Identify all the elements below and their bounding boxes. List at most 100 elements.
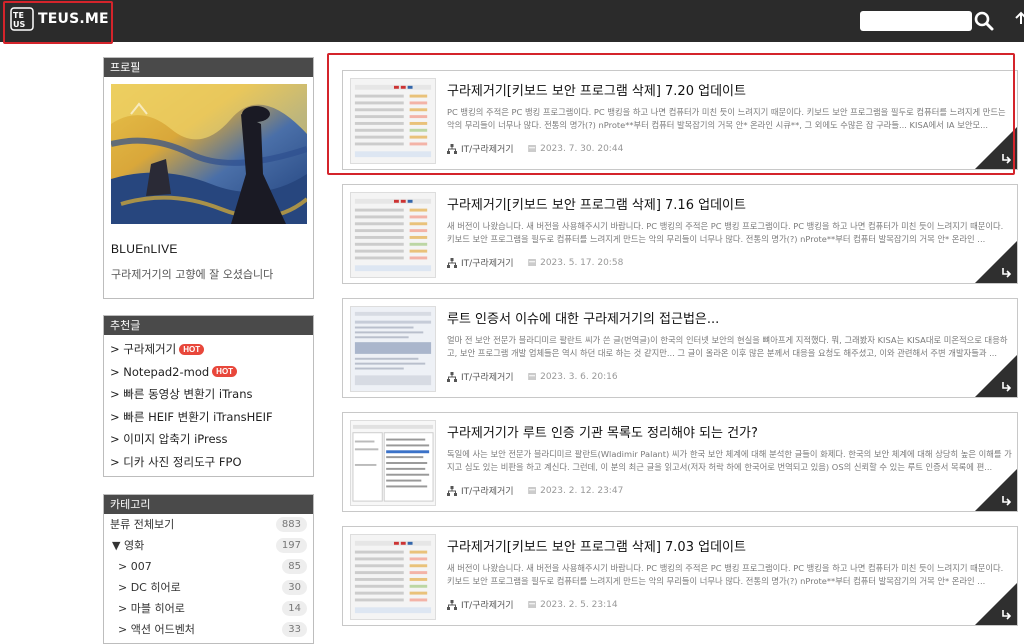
menu-edge-icon[interactable] <box>1012 10 1024 32</box>
category-count: 30 <box>282 580 307 595</box>
recommended-item-label: > Notepad2-mod <box>110 364 210 379</box>
category-tree-icon <box>447 371 457 382</box>
recommended-item[interactable]: > 빠른 동영상 변환기 iTrans <box>104 383 313 406</box>
post-excerpt: 새 버전이 나왔습니다. 새 버전을 사용해주시기 바랍니다. PC 뱅킹의 주… <box>447 563 1004 586</box>
calendar-icon: ▤ <box>527 143 537 154</box>
recommended-item[interactable]: > 구라제거기 HOT <box>104 338 313 361</box>
post-meta: IT/구라제거기 ▤ 2023. 5. 17. 20:58 <box>447 256 623 269</box>
category-tree-icon <box>447 143 457 154</box>
post-thumbnail[interactable] <box>350 534 436 620</box>
recommended-item[interactable]: > 빠른 HEIF 변환기 iTransHEIF <box>104 406 313 429</box>
recommended-item-label: > 빠른 HEIF 변환기 iTransHEIF <box>110 409 273 424</box>
category-count: 197 <box>275 538 307 553</box>
post-thumbnail[interactable] <box>350 78 436 164</box>
reply-arrow-icon[interactable] <box>1000 608 1012 620</box>
post-category[interactable]: IT/구라제거기 <box>461 370 514 383</box>
post-thumbnail[interactable] <box>350 420 436 506</box>
post-meta: IT/구라제거기 ▤ 2023. 2. 12. 23:47 <box>447 484 623 497</box>
post-excerpt: 새 버전이 나왔습니다. 새 버전을 사용해주시기 바랍니다. PC 뱅킹의 주… <box>447 221 1004 244</box>
profile-title: 프로필 <box>104 58 313 77</box>
site-logo[interactable]: TE US TEUS.ME <box>10 7 109 31</box>
svg-text:US: US <box>13 20 25 29</box>
recommended-item[interactable]: > 디카 사진 정리도구 FPO <box>104 451 313 474</box>
post-title[interactable]: 구라제거기[키보드 보안 프로그램 삭제] 7.16 업데이트 <box>447 194 746 213</box>
category-item[interactable]: > DC 히어로 30 <box>104 577 313 598</box>
category-tree-icon <box>447 485 457 496</box>
category-item[interactable]: > 액션 어드벤처 33 <box>104 619 313 640</box>
post-card[interactable]: 구라제거기가 루트 인증 기관 목록도 정리해야 되는 건가? 독일에 사는 보… <box>342 412 1018 512</box>
svg-text:TE: TE <box>13 11 24 20</box>
category-item[interactable]: > 007 85 <box>104 556 313 577</box>
post-card[interactable]: 루트 인증서 이슈에 대한 구라제거기의 접근법은... 얼마 전 보안 전문가… <box>342 298 1018 398</box>
calendar-icon: ▤ <box>527 599 537 610</box>
post-excerpt: 얼마 전 보안 전문가 블라디미르 팔란트 씨가 쓴 글(번역글)이 한국의 인… <box>447 335 1008 358</box>
post-excerpt: PC 뱅킹의 주적은 PC 뱅킹 프로그램이다. PC 뱅킹을 하고 나면 컴퓨… <box>447 107 1006 130</box>
post-title[interactable]: 구라제거기[키보드 보안 프로그램 삭제] 7.03 업데이트 <box>447 536 746 555</box>
profile-name[interactable]: BLUEnLIVE <box>111 242 313 256</box>
category-widget: 카테고리 분류 전체보기 883 ▼ 영화 197 > 007 85 > DC … <box>103 494 314 644</box>
category-label: > 007 <box>118 560 152 573</box>
post-meta: IT/구라제거기 ▤ 2023. 3. 6. 20:16 <box>447 370 618 383</box>
category-item[interactable]: ▼ 영화 197 <box>104 535 313 556</box>
category-label: ▼ 영화 <box>112 539 145 552</box>
logo-mark-icon: TE US <box>10 7 34 31</box>
post-category[interactable]: IT/구라제거기 <box>461 598 514 611</box>
post-category[interactable]: IT/구라제거기 <box>461 256 514 269</box>
post-date: 2023. 7. 30. 20:44 <box>540 143 624 154</box>
reply-arrow-icon[interactable] <box>1000 152 1012 164</box>
post-thumbnail[interactable] <box>350 306 436 392</box>
reply-arrow-icon[interactable] <box>1000 266 1012 278</box>
post-card[interactable]: 구라제거기[키보드 보안 프로그램 삭제] 7.20 업데이트 PC 뱅킹의 주… <box>342 70 1018 170</box>
profile-widget: 프로필 BLUEnLIVE 구라제거기의 고향에 잘 오셨습니다 <box>103 57 314 299</box>
category-count: 85 <box>282 559 307 574</box>
category-item[interactable]: 분류 전체보기 883 <box>104 514 313 535</box>
category-count: 33 <box>282 622 307 637</box>
post-title[interactable]: 구라제거기[키보드 보안 프로그램 삭제] 7.20 업데이트 <box>447 80 746 99</box>
post-category[interactable]: IT/구라제거기 <box>461 142 514 155</box>
category-label: 분류 전체보기 <box>110 518 175 531</box>
calendar-icon: ▤ <box>527 485 537 496</box>
logo-text: TEUS.ME <box>38 11 109 27</box>
recommended-item[interactable]: > 이미지 압축기 iPress <box>104 428 313 451</box>
recommended-item-label: > 빠른 동영상 변환기 iTrans <box>110 387 253 401</box>
hot-badge: HOT <box>212 366 238 378</box>
post-excerpt: 독일에 사는 보안 전문가 블라디미르 팔란트(Wladimir Palant)… <box>447 449 1012 472</box>
category-label: > DC 히어로 <box>118 581 181 594</box>
category-count: 883 <box>275 517 307 532</box>
recommended-item-label: > 이미지 압축기 iPress <box>110 432 228 446</box>
post-date: 2023. 3. 6. 20:16 <box>540 371 618 382</box>
category-item[interactable]: > 마블 히어로 14 <box>104 598 313 619</box>
category-tree-icon <box>447 257 457 268</box>
search-input[interactable] <box>860 11 972 31</box>
top-bar: TE US TEUS.ME <box>0 0 1024 42</box>
post-meta: IT/구라제거기 ▤ 2023. 2. 5. 23:14 <box>447 598 618 611</box>
post-title[interactable]: 루트 인증서 이슈에 대한 구라제거기의 접근법은... <box>447 308 719 327</box>
category-label: > 마블 히어로 <box>118 602 185 615</box>
recommended-widget: 추천글 > 구라제거기 HOT > Notepad2-mod HOT > 빠른 … <box>103 315 314 477</box>
category-tree-icon <box>447 599 457 610</box>
search-icon[interactable] <box>973 10 995 32</box>
recommended-title: 추천글 <box>104 316 313 335</box>
recommended-item[interactable]: > Notepad2-mod HOT <box>104 361 313 384</box>
post-card[interactable]: 구라제거기[키보드 보안 프로그램 삭제] 7.16 업데이트 새 버전이 나왔… <box>342 184 1018 284</box>
post-date: 2023. 2. 5. 23:14 <box>540 599 618 610</box>
post-date: 2023. 2. 12. 23:47 <box>540 485 624 496</box>
category-label: > 액션 어드벤처 <box>118 623 195 636</box>
post-thumbnail[interactable] <box>350 192 436 278</box>
post-meta: IT/구라제거기 ▤ 2023. 7. 30. 20:44 <box>447 142 623 155</box>
category-count: 14 <box>282 601 307 616</box>
post-date: 2023. 5. 17. 20:58 <box>540 257 624 268</box>
post-title[interactable]: 구라제거기가 루트 인증 기관 목록도 정리해야 되는 건가? <box>447 422 758 441</box>
profile-description: 구라제거기의 고향에 잘 오셨습니다 <box>111 268 274 281</box>
post-category[interactable]: IT/구라제거기 <box>461 484 514 497</box>
profile-image[interactable] <box>111 84 307 224</box>
category-title: 카테고리 <box>104 495 313 514</box>
calendar-icon: ▤ <box>527 257 537 268</box>
recommended-item-label: > 디카 사진 정리도구 FPO <box>110 454 242 469</box>
calendar-icon: ▤ <box>527 371 537 382</box>
reply-arrow-icon[interactable] <box>1000 494 1012 506</box>
hot-badge: HOT <box>179 343 205 355</box>
reply-arrow-icon[interactable] <box>1000 380 1012 392</box>
recommended-item-label: > 구라제거기 <box>110 342 177 356</box>
post-card[interactable]: 구라제거기[키보드 보안 프로그램 삭제] 7.03 업데이트 새 버전이 나왔… <box>342 526 1018 626</box>
